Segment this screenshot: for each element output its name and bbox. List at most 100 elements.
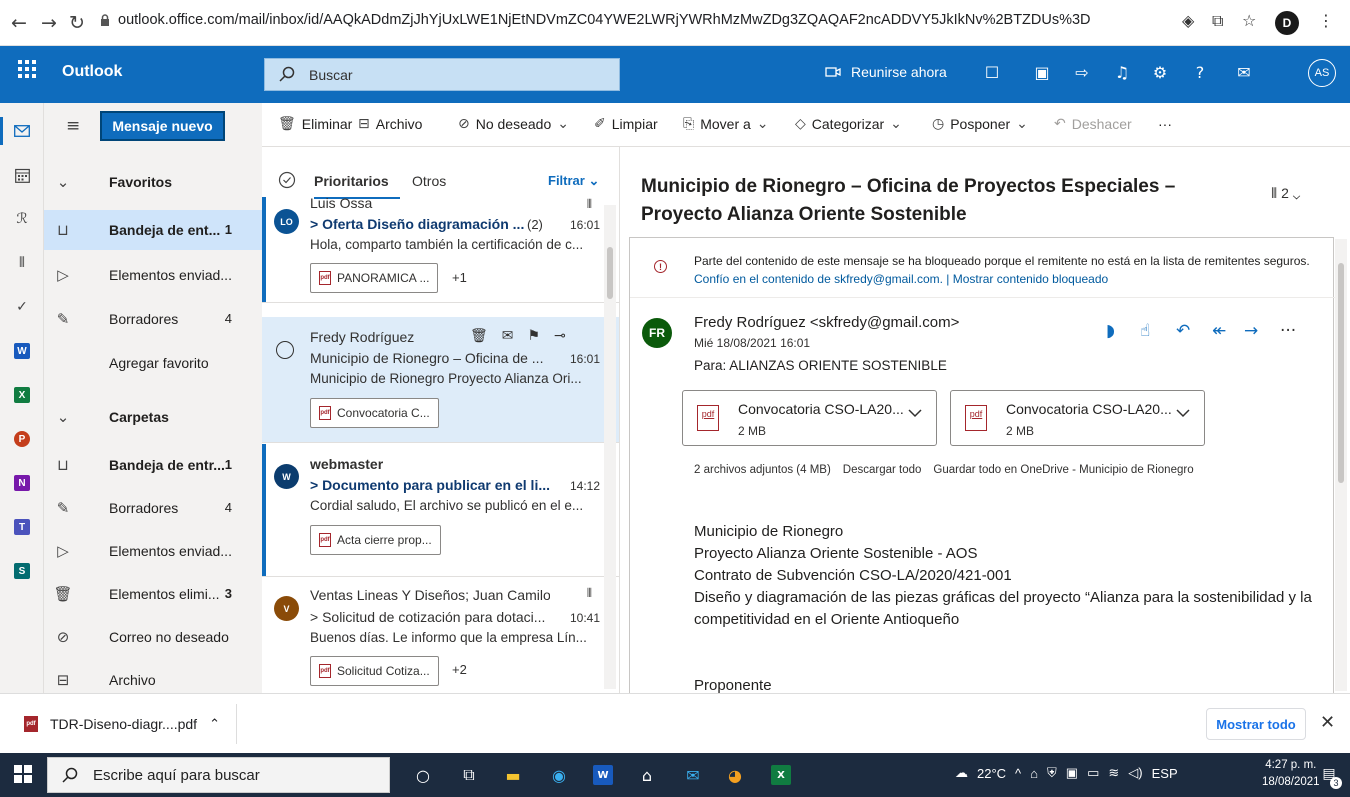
trust-sender-link[interactable]: Confío en el contenido de skfredy@gmail.… (694, 272, 1108, 286)
close-icon[interactable]: ✕ (1320, 712, 1335, 733)
folder-sent-favorite[interactable]: ▷ Elementos enviad... (44, 255, 262, 295)
reply-all-icon[interactable]: ↞ (1212, 321, 1226, 341)
help-icon[interactable]: ? (1190, 63, 1210, 83)
attachment-card[interactable]: pdf Convocatoria CSO-LA20... 2 MB (682, 390, 937, 446)
browser-profile-avatar[interactable]: D (1275, 11, 1299, 35)
files-icon[interactable]: ⦀ (12, 253, 32, 273)
categorize-button[interactable]: ◇ Categorizar ⌄ (795, 116, 902, 132)
search-input[interactable]: Buscar (309, 67, 353, 83)
notification-center-icon[interactable]: ▤ 3 (1318, 765, 1342, 789)
my-day-icon[interactable]: ⇨ (1072, 63, 1092, 83)
folder-sent[interactable]: ▷ Elementos enviad... (44, 531, 262, 571)
back-icon[interactable]: ← (8, 12, 30, 34)
powerpoint-icon[interactable]: P (12, 429, 32, 449)
battery-icon[interactable]: ▭ (1087, 765, 1099, 781)
mail-taskbar-icon[interactable]: ✉ (680, 762, 706, 788)
more-icon[interactable]: ··· (1280, 321, 1296, 341)
select-all-icon[interactable] (278, 171, 296, 189)
onenote-feed-icon[interactable]: ▣ (1032, 63, 1052, 83)
folder-inbox-favorite[interactable]: ⊔ Bandeja de ent... 1 (44, 210, 262, 250)
list-item[interactable]: V Ventas Lineas Y Diseños; Juan Camilo .… (262, 578, 619, 693)
excel-icon[interactable]: X (12, 385, 32, 405)
attachment-chip[interactable]: pdf Convocatoria C... (310, 398, 439, 428)
list-item[interactable]: W webmaster > Documento para publicar en… (262, 444, 619, 577)
store-icon[interactable]: ⌂ (634, 762, 660, 788)
attachment-chip[interactable]: pdf Acta cierre prop... (310, 525, 441, 555)
browser-menu-icon[interactable]: ⋮ (1318, 11, 1334, 30)
chevron-up-icon[interactable]: ^ (1015, 766, 1021, 781)
star-icon[interactable]: ☆ (1242, 11, 1256, 30)
undo-button[interactable]: ↶ Deshacer (1054, 116, 1132, 132)
temperature[interactable]: 22°C (977, 766, 1006, 781)
snooze-button[interactable]: ◷ Posponer ⌄ (932, 116, 1028, 132)
meet-icon[interactable]: ▣ (1066, 765, 1078, 781)
immersive-reader-icon[interactable]: ◗ (1106, 321, 1115, 341)
edge-icon[interactable]: ◉ (546, 762, 572, 788)
chevron-up-icon[interactable]: ⌃ (209, 717, 220, 732)
chrome-icon[interactable]: ◕ (722, 762, 748, 788)
file-explorer-icon[interactable]: ▬ (500, 762, 526, 788)
taskbar-search[interactable]: Escribe aquí para buscar (47, 757, 390, 793)
flag-icon[interactable]: ⚑ (528, 328, 555, 344)
download-item[interactable]: pdf TDR-Diseno-diagr....pdf ⌃ (24, 716, 220, 732)
folder-drafts[interactable]: ✎ Borradores 4 (44, 488, 262, 528)
mark-read-icon[interactable]: ✉ (502, 328, 528, 344)
teams-icon[interactable]: T (12, 517, 32, 537)
filter-button[interactable]: Filtrar ⌄ (548, 173, 599, 189)
favorites-header[interactable]: ⌄ Favoritos (44, 162, 262, 202)
show-all-downloads-button[interactable]: Mostrar todo (1206, 708, 1306, 740)
pin-icon[interactable]: ⊸ (554, 328, 580, 344)
sweep-button[interactable]: ✐ Limpiar (594, 116, 658, 132)
feedback-icon[interactable]: ✉ (1234, 63, 1254, 83)
list-item-selected[interactable]: Fredy Rodríguez 🗑✉⚑⊸ Municipio de Rioneg… (262, 317, 619, 443)
clock[interactable]: 4:27 p. m. 18/08/2021 (1262, 757, 1320, 791)
task-view-icon[interactable]: ⧉ (456, 762, 482, 788)
list-item[interactable]: LO Luis Ossa ⦀ > Oferta Diseño diagramac… (262, 195, 619, 303)
word-taskbar-icon[interactable]: W (590, 762, 616, 788)
weather-icon[interactable]: ☁ (955, 765, 968, 781)
tab-other[interactable]: Otros (412, 173, 446, 189)
extension-icon[interactable]: ◈ (1182, 11, 1194, 30)
chevron-down-icon[interactable] (1176, 409, 1190, 418)
tray-app-icon[interactable]: ⌂ (1030, 766, 1038, 781)
reply-icon[interactable]: ↶ (1176, 321, 1190, 341)
account-avatar[interactable]: AS (1308, 59, 1336, 87)
settings-icon[interactable]: ⚙ (1150, 63, 1170, 83)
junk-button[interactable]: ⊘ No deseado ⌄ (458, 116, 569, 132)
scrollbar-thumb[interactable] (607, 247, 613, 299)
cortana-icon[interactable]: ○ (410, 762, 436, 788)
chevron-down-icon[interactable] (908, 409, 922, 418)
folders-header[interactable]: ⌄ Carpetas (44, 397, 262, 437)
teams-chat-icon[interactable]: ☐ (982, 63, 1002, 83)
scrollbar-thumb[interactable] (1338, 263, 1344, 483)
people-icon[interactable]: ℛ (12, 209, 32, 229)
calendar-icon[interactable] (12, 165, 32, 185)
address-bar[interactable]: outlook.office.com/mail/inbox/id/AAQkADd… (118, 12, 1091, 28)
attachment-card[interactable]: pdf Convocatoria CSO-LA20... 2 MB (950, 390, 1205, 446)
attachment-count[interactable]: ⦀ 2 ⌄ (1271, 185, 1300, 202)
excel-taskbar-icon[interactable]: X (768, 762, 794, 788)
reload-icon[interactable]: ↻ (66, 12, 88, 34)
tab-focused[interactable]: Prioritarios (314, 173, 389, 189)
folder-inbox[interactable]: ⊔ Bandeja de entr... 1 (44, 445, 262, 485)
more-actions-button[interactable]: ··· (1158, 116, 1172, 132)
like-icon[interactable]: ☝ (1140, 321, 1150, 341)
list-scrollbar[interactable] (604, 205, 616, 689)
delete-button[interactable]: 🗑 Eliminar (278, 116, 352, 132)
attachment-chip[interactable]: pdf PANORAMICA ... (310, 263, 439, 293)
wifi-icon[interactable]: ≋ (1108, 765, 1119, 781)
new-mail-button[interactable]: Mensaje nuevo (100, 111, 225, 141)
add-favorite-link[interactable]: Agregar favorito (44, 343, 262, 383)
folder-junk[interactable]: ⊘ Correo no deseado (44, 617, 262, 657)
trash-icon[interactable]: 🗑 (470, 328, 502, 344)
attachment-chip[interactable]: pdf Solicitud Cotiza... (310, 656, 439, 686)
folder-deleted[interactable]: 🗑 Elementos elimi... 3 (44, 574, 262, 614)
download-all-link[interactable]: Descargar todo (843, 464, 922, 476)
taskbar-search-input[interactable]: Escribe aquí para buscar (93, 767, 260, 784)
select-message-checkbox[interactable] (276, 341, 294, 359)
save-onedrive-link[interactable]: Guardar todo en OneDrive - Municipio de … (933, 464, 1193, 476)
move-to-button[interactable]: ⎘ Mover a ⌄ (683, 116, 769, 132)
cast-icon[interactable]: ⧉ (1212, 11, 1223, 31)
volume-icon[interactable]: ◁) (1128, 765, 1142, 781)
folder-drafts-favorite[interactable]: ✎ Borradores 4 (44, 299, 262, 339)
